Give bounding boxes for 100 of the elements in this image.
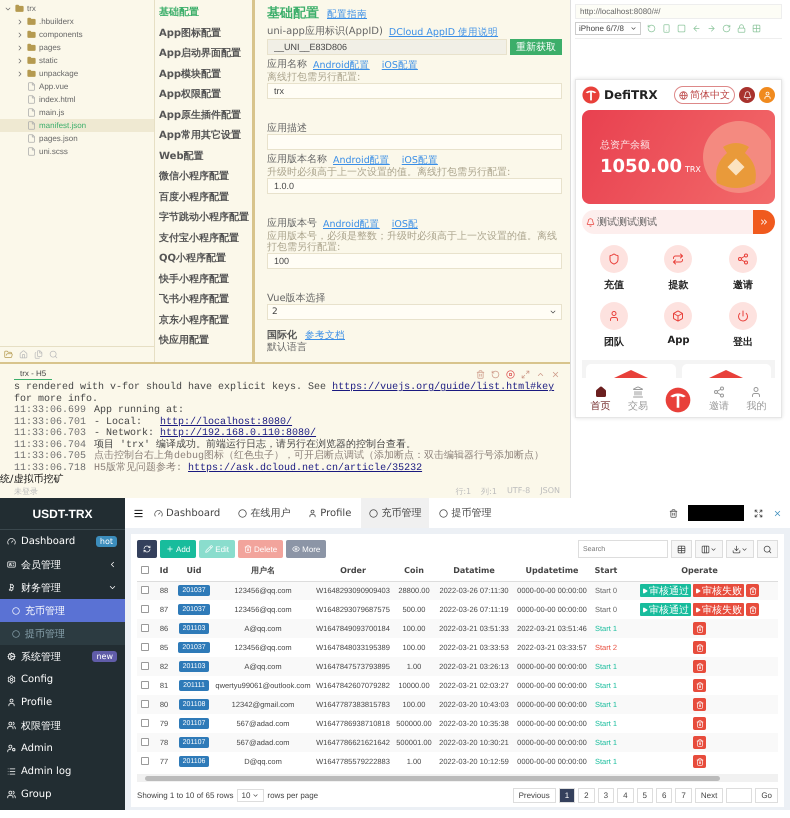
- page-input[interactable]: [726, 788, 752, 802]
- config-menu-item[interactable]: Web配置: [159, 146, 248, 166]
- config-menu-item[interactable]: App启动界面配置: [159, 43, 248, 64]
- sidebar-item[interactable]: Dashboard hot: [0, 530, 125, 553]
- bell-button[interactable]: [739, 87, 755, 103]
- checkbox[interactable]: [141, 738, 149, 746]
- page-button[interactable]: 7: [675, 788, 692, 802]
- page-button[interactable]: 6: [656, 788, 672, 802]
- page-button[interactable]: 1: [558, 788, 576, 802]
- folder-item[interactable]: pages: [0, 41, 154, 54]
- page-button[interactable]: 5: [636, 788, 653, 802]
- file-item[interactable]: App.vue: [0, 80, 154, 93]
- delete-button[interactable]: [693, 622, 706, 635]
- sidebar-item[interactable]: 权限管理: [0, 714, 125, 737]
- checkbox[interactable]: [141, 718, 149, 726]
- checkbox[interactable]: [141, 756, 149, 764]
- config-menu-item[interactable]: App图标配置: [159, 22, 248, 43]
- next-button[interactable]: Next: [694, 788, 724, 802]
- search-button[interactable]: [757, 540, 778, 558]
- file-item[interactable]: uni.scss: [0, 145, 154, 158]
- config-menu-item[interactable]: 微信小程序配置: [159, 166, 248, 186]
- checkbox[interactable]: [141, 662, 149, 670]
- nav-tab[interactable]: Profile: [300, 498, 360, 528]
- table-view-button[interactable]: [671, 540, 692, 558]
- checkbox[interactable]: [141, 624, 149, 632]
- delete-button[interactable]: [746, 584, 759, 598]
- tab-bar-item[interactable]: 首页: [590, 386, 611, 413]
- checkbox[interactable]: [141, 680, 149, 688]
- folder-item[interactable]: .hbuilderx: [0, 15, 154, 28]
- config-menu-item[interactable]: 飞书小程序配置: [159, 289, 248, 310]
- columns-button[interactable]: [695, 540, 723, 558]
- console-link[interactable]: https://ask.dcloud.net.cn/article/35232: [188, 462, 422, 474]
- input-field[interactable]: [267, 134, 562, 150]
- delete-button[interactable]: [693, 736, 706, 749]
- console-tab[interactable]: trx - H5: [14, 368, 52, 380]
- page-button[interactable]: 3: [598, 788, 614, 802]
- action-button[interactable]: 团队: [582, 301, 646, 350]
- input-field[interactable]: trx: [267, 83, 562, 99]
- action-button[interactable]: 充值: [582, 244, 646, 293]
- checkbox[interactable]: [141, 566, 149, 574]
- input-field[interactable]: 100: [267, 253, 562, 269]
- nav-tab[interactable]: 充币管理: [361, 498, 430, 528]
- input-field[interactable]: 1.0.0: [267, 178, 562, 194]
- sidebar-item[interactable]: 财务管理: [0, 576, 125, 599]
- config-menu-item[interactable]: App原生插件配置: [159, 104, 248, 125]
- delete-button[interactable]: [693, 698, 706, 711]
- go-button[interactable]: Go: [755, 788, 778, 802]
- nav-tab[interactable]: Dashboard: [146, 498, 228, 528]
- nav-tab[interactable]: 在线用户: [230, 498, 298, 528]
- config-menu-item[interactable]: QQ小程序配置: [159, 248, 248, 268]
- url-field[interactable]: http://localhost:8080/#/: [575, 4, 782, 19]
- file-item[interactable]: index.html: [0, 93, 154, 106]
- config-menu-item[interactable]: 京东小程序配置: [159, 310, 248, 330]
- sidebar-subitem[interactable]: 提币管理: [0, 622, 125, 645]
- device-select[interactable]: iPhone 6/7/8: [575, 22, 641, 35]
- sidebar-item[interactable]: Admin: [0, 737, 125, 760]
- delete-button[interactable]: [693, 660, 706, 673]
- console-link[interactable]: https://vuejs.org/guide/list.html#key: [332, 382, 554, 393]
- delete-button[interactable]: [693, 641, 706, 654]
- export-button[interactable]: [726, 540, 754, 558]
- reject-button[interactable]: 审核失败: [693, 584, 744, 598]
- action-button[interactable]: 邀请: [710, 244, 775, 293]
- checkbox[interactable]: [141, 586, 149, 594]
- file-item[interactable]: pages.json: [0, 132, 154, 145]
- config-menu-item[interactable]: 支付宝小程序配置: [159, 228, 248, 248]
- previous-button[interactable]: Previous: [512, 788, 556, 802]
- delete-button[interactable]: [693, 717, 706, 730]
- page-button[interactable]: 2: [578, 788, 595, 802]
- sidebar-item[interactable]: Group: [0, 783, 125, 806]
- sidebar-item[interactable]: Config: [0, 668, 125, 691]
- action-button[interactable]: 登出: [710, 301, 775, 350]
- action-button[interactable]: 提款: [646, 244, 711, 293]
- reject-button[interactable]: 审核失败: [693, 603, 744, 616]
- nav-tab[interactable]: 提币管理: [431, 498, 500, 528]
- checkbox[interactable]: [141, 604, 149, 612]
- more-button[interactable]: [753, 210, 775, 234]
- sidebar-item[interactable]: Profile: [0, 691, 125, 714]
- sidebar-item[interactable]: 会员管理: [0, 553, 125, 576]
- folder-item[interactable]: unpackage: [0, 67, 154, 80]
- folder-item[interactable]: static: [0, 54, 154, 67]
- folder-item[interactable]: components: [0, 28, 154, 41]
- config-menu-item[interactable]: App权限配置: [159, 84, 248, 104]
- language-button[interactable]: 简体中文: [674, 86, 735, 104]
- config-menu-item[interactable]: 百度小程序配置: [159, 186, 248, 207]
- sidebar-subitem[interactable]: 充币管理: [0, 599, 125, 622]
- config-menu-item[interactable]: App常用其它设置: [159, 125, 248, 146]
- scrollbar[interactable]: [137, 774, 778, 782]
- version-select[interactable]: 2: [267, 304, 562, 320]
- checkbox[interactable]: [141, 642, 149, 650]
- console-link[interactable]: http://192.168.0.110:8080/: [160, 428, 316, 439]
- action-button[interactable]: App: [646, 301, 711, 350]
- config-menu-item[interactable]: App模块配置: [159, 64, 248, 84]
- config-menu-item[interactable]: 快应用配置: [159, 330, 248, 350]
- folder-item[interactable]: trx: [0, 2, 154, 15]
- checkbox[interactable]: [141, 700, 149, 708]
- config-menu-item[interactable]: 字节跳动小程序配置: [159, 207, 248, 228]
- console-link[interactable]: http://localhost:8080/: [160, 416, 292, 428]
- refresh-button[interactable]: [137, 540, 157, 558]
- config-menu-item[interactable]: 快手小程序配置: [159, 268, 248, 289]
- sidebar-item[interactable]: Admin log: [0, 760, 125, 783]
